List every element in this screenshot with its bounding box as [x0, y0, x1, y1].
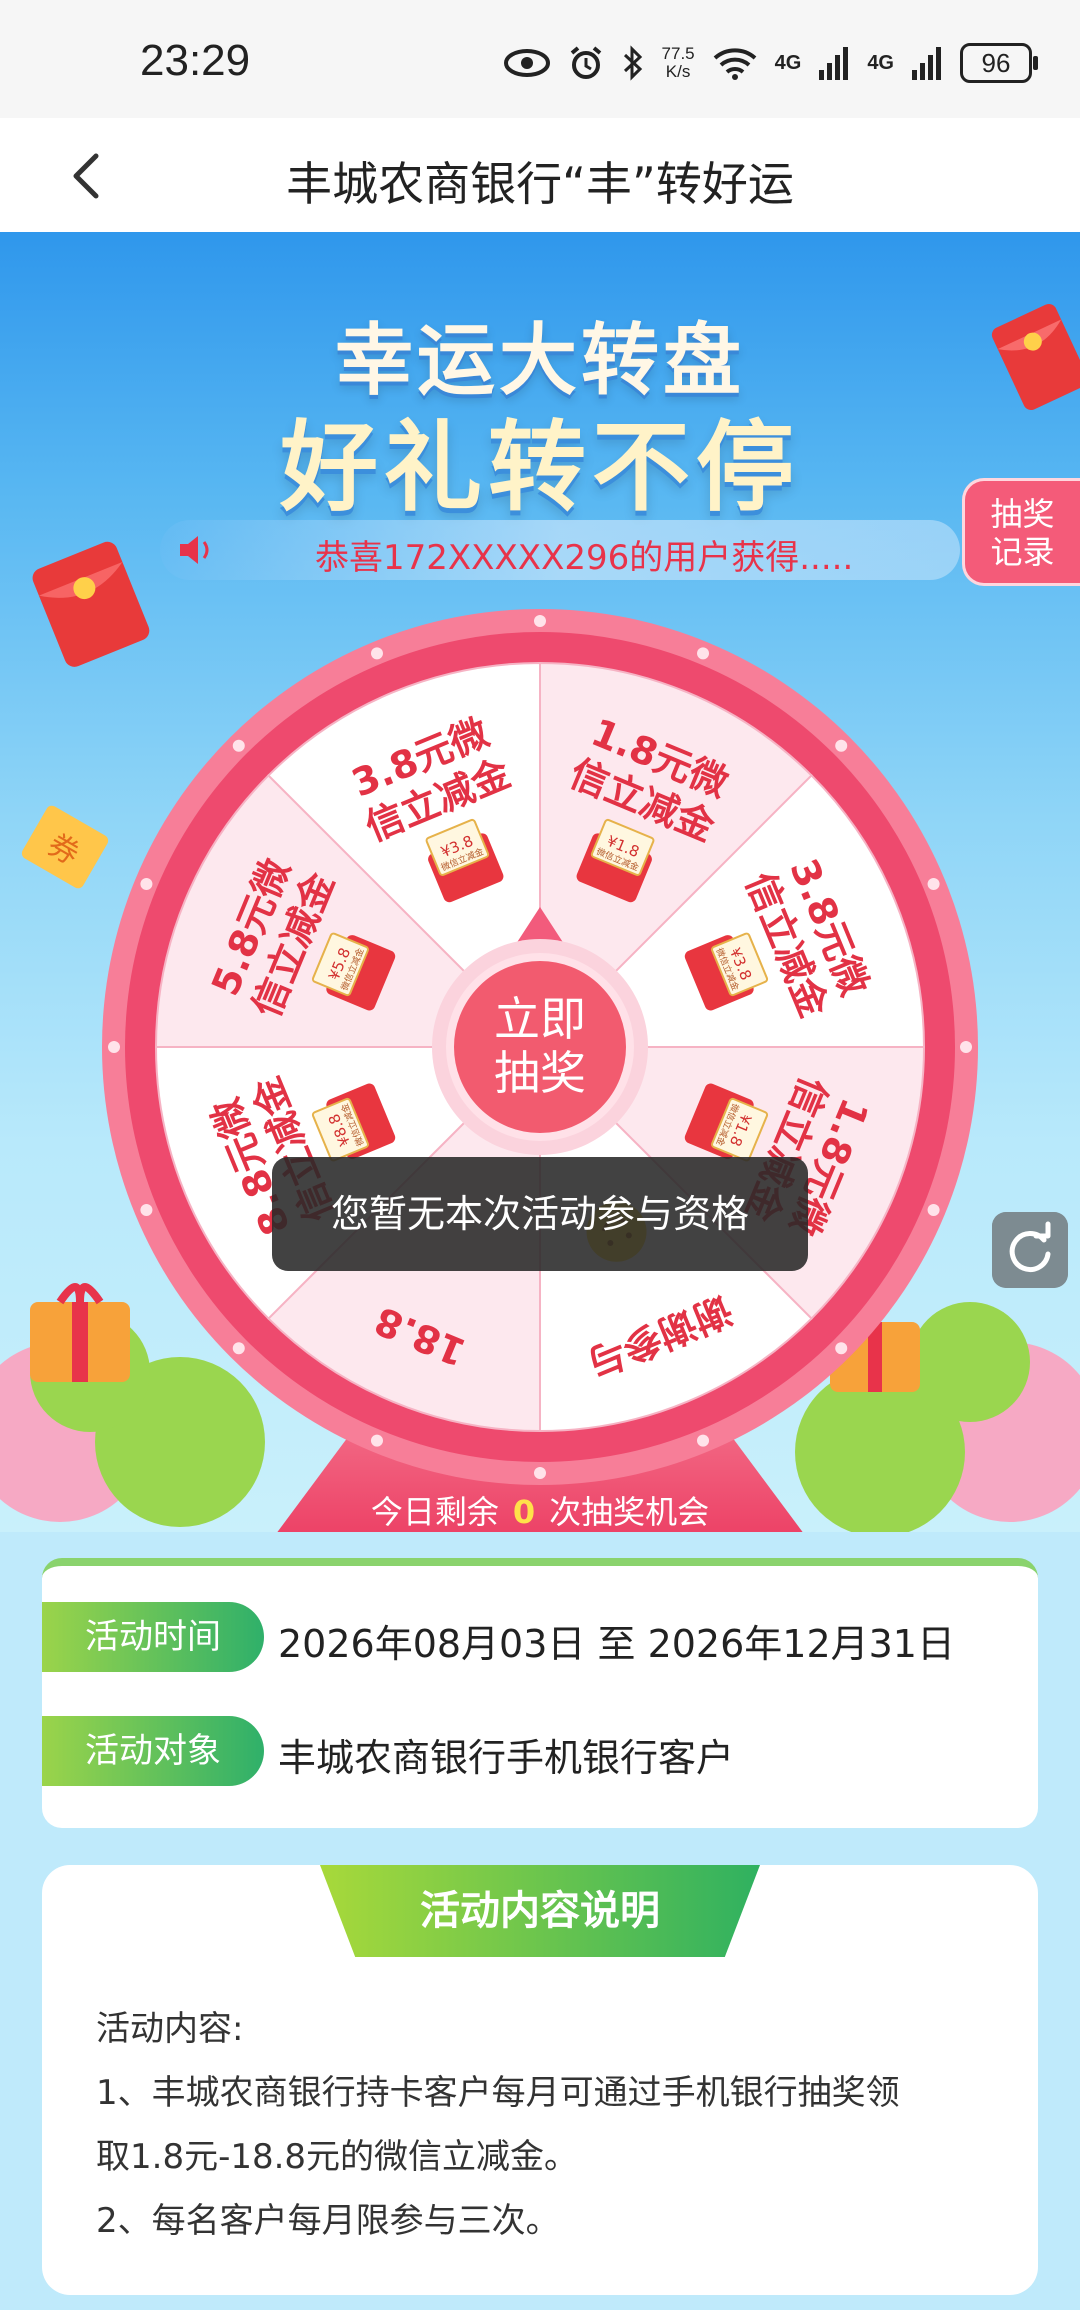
net-speed: 77.5 K/s — [662, 45, 695, 81]
remaining-count: 0 — [512, 1493, 536, 1531]
activity-info-card: 活动时间 2026年08月03日 至 2026年12月31日 活动对象 丰城农商… — [42, 1558, 1038, 1828]
page-title: 丰城农商银行“丰”转好运 — [286, 157, 794, 211]
spin-button[interactable]: 立即抽奖 — [446, 953, 634, 1141]
rim-light — [960, 1041, 972, 1053]
rim-light — [697, 1434, 710, 1447]
rim-light — [534, 615, 546, 627]
record-button-line1: 抽奖 — [990, 495, 1055, 533]
rim-light — [927, 877, 940, 890]
toast-message: 您暂无本次活动参与资格 — [272, 1157, 808, 1271]
description-line: 2、每名客户每月限参与三次。 — [96, 2201, 560, 2241]
signal-icon — [819, 47, 849, 80]
rim-light — [835, 1342, 848, 1355]
spin-button-label: 立即 — [494, 992, 586, 1046]
rim-light — [835, 739, 848, 752]
hero-title-line2: 好礼转不停 — [279, 411, 800, 525]
rim-light — [697, 647, 710, 660]
rim-light — [232, 1342, 245, 1355]
winner-notice-text: 恭喜172XXXXX296的用户获得..... — [315, 538, 854, 578]
rim-light — [140, 1204, 153, 1217]
description-heading: 活动内容: — [96, 2009, 244, 2049]
battery-icon: 96 — [960, 43, 1038, 83]
eye-icon — [503, 49, 550, 77]
signal-label-2: 4G — [867, 51, 894, 74]
activity-description-card: 活动内容说明 活动内容: 1、丰城农商银行持卡客户每月可通过手机银行抽奖领 取1… — [42, 1865, 1038, 2295]
refresh-icon[interactable] — [992, 1212, 1068, 1288]
lottery-record-button[interactable]: 抽奖 记录 — [962, 478, 1080, 586]
record-button-line2: 记录 — [990, 533, 1055, 571]
rim-light — [108, 1041, 120, 1053]
rim-light — [370, 647, 383, 660]
nav-bar: 丰城农商银行“丰”转好运 — [0, 118, 1080, 232]
rim-light — [927, 1204, 940, 1217]
status-icons: 77.5 K/s 4G 4G 96 — [503, 38, 1038, 88]
activity-target-value: 丰城农商银行手机银行客户 — [278, 1736, 735, 1780]
net-speed-unit: K/s — [665, 62, 691, 81]
status-bar: 23:29 77.5 K/s 4G 4G 96 — [0, 0, 1080, 118]
description-title: 活动内容说明 — [420, 1888, 660, 1934]
speaker-icon — [180, 536, 209, 564]
description-line: 取1.8元-18.8元的微信立减金。 — [96, 2137, 579, 2177]
rim-light — [534, 1467, 546, 1479]
rim-light — [232, 739, 245, 752]
remaining-suffix: 次抽奖机会 — [549, 1493, 710, 1531]
clock: 23:29 — [140, 36, 251, 85]
description-line: 1、丰城农商银行持卡客户每月可通过手机银行抽奖领 — [96, 2073, 900, 2113]
signal-icon — [912, 47, 941, 80]
remaining-prefix: 今日剩余 — [370, 1493, 499, 1531]
spin-button-label: 抽奖 — [494, 1046, 586, 1100]
rim-light — [140, 877, 153, 890]
description-body: 活动内容: 1、丰城农商银行持卡客户每月可通过手机银行抽奖领 取1.8元-18.… — [96, 1997, 996, 2253]
activity-target-tag: 活动对象 — [42, 1716, 264, 1786]
wifi-icon — [713, 48, 756, 80]
alarm-icon — [570, 46, 601, 79]
activity-time-tag: 活动时间 — [42, 1602, 264, 1672]
lottery-hero: 券 幸运大转盘 好礼转不停 恭喜172XXXXX296的用户获得..... 抽奖… — [0, 232, 1080, 1532]
signal-label-1: 4G — [774, 51, 802, 74]
activity-time-value: 2026年08月03日 至 2026年12月31日 — [278, 1622, 955, 1666]
prize-wheel: 1.8元微信立减金¥1.8微信立减金 3.8元微信立减金¥3.8微信立减金1.8元… — [102, 609, 978, 1485]
rim-light — [370, 1434, 383, 1447]
winner-notice-bar: 恭喜172XXXXX296的用户获得..... — [160, 520, 960, 580]
bluetooth-icon — [623, 45, 642, 81]
net-speed-value: 77.5 — [661, 44, 695, 63]
remaining-chances: 今日剩余 0 次抽奖机会 — [0, 1487, 1080, 1532]
